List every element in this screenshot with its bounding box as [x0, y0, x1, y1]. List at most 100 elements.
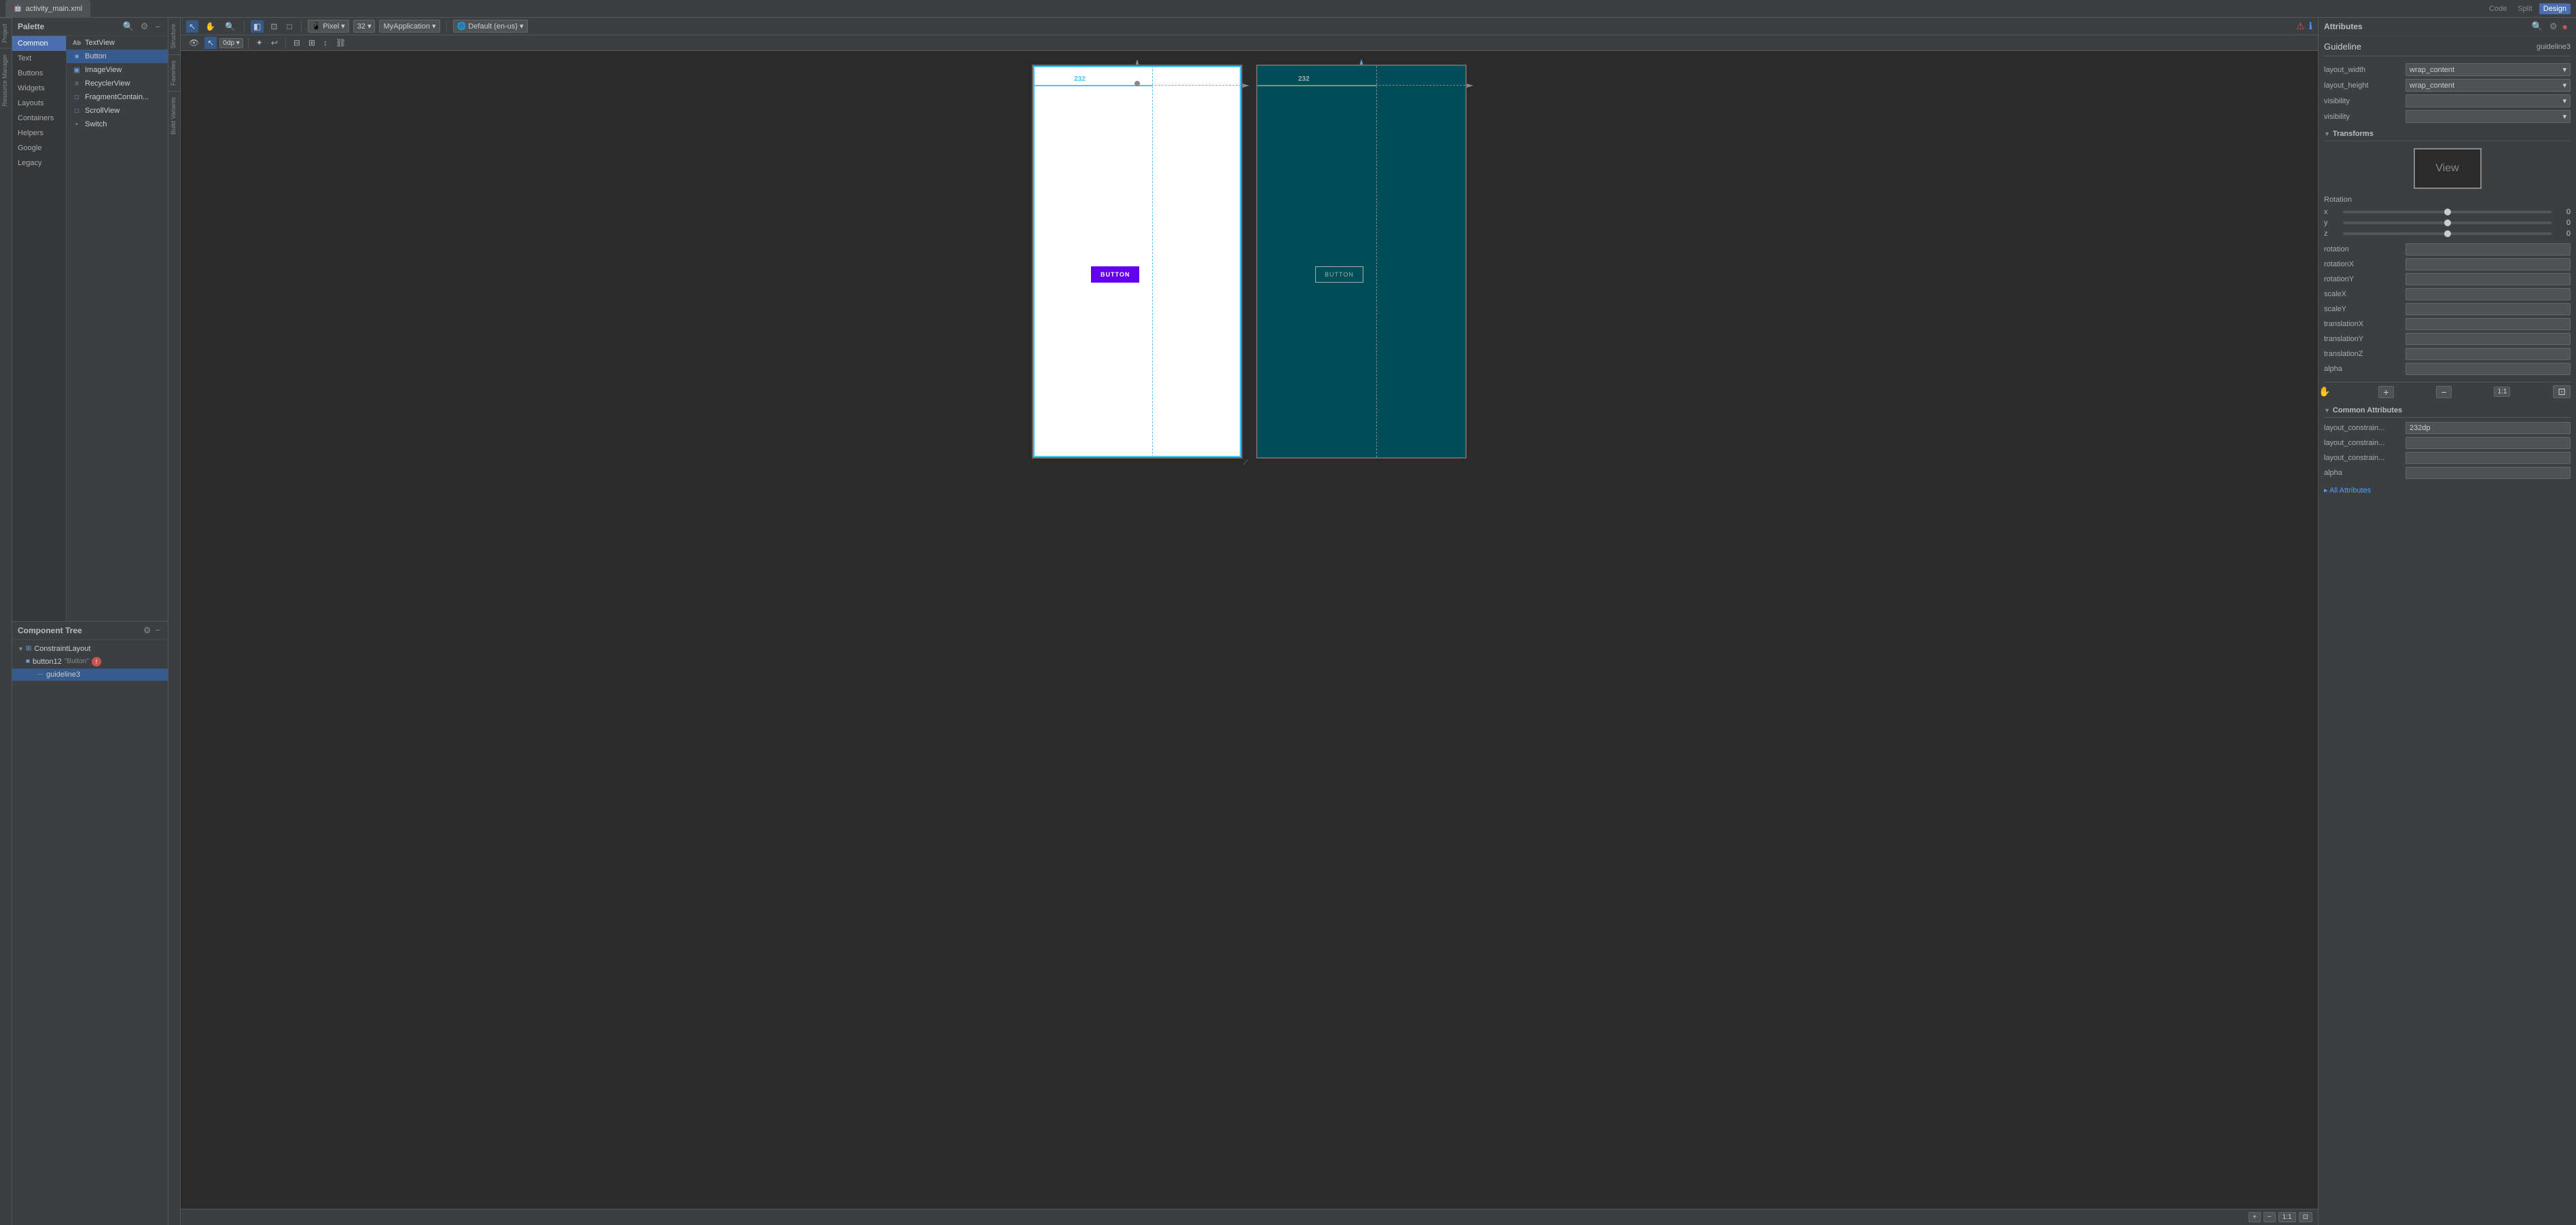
palette-cat-legacy[interactable]: Legacy [12, 156, 66, 171]
rotation-y-slider[interactable] [2343, 221, 2552, 224]
guideline-v-dark[interactable] [1376, 66, 1377, 457]
layout-width-dropdown[interactable]: wrap_content ▾ [2405, 63, 2571, 76]
zoom-in-btn[interactable]: + [2249, 1212, 2261, 1222]
attr-settings-icon[interactable]: ⚙ [2547, 20, 2560, 33]
constrain2-input[interactable] [2405, 437, 2571, 449]
blueprint-btn[interactable]: ⊡ [268, 20, 280, 33]
chain-btn[interactable]: ⛓ [333, 37, 348, 49]
ratio-btn[interactable]: 1:1 [2494, 387, 2510, 397]
button-icon: ■ [72, 53, 82, 60]
palette-item-button[interactable]: ■ Button [67, 50, 168, 63]
button-light[interactable]: BUTTON [1091, 266, 1139, 283]
add-constraint-btn[interactable]: + [2378, 386, 2393, 398]
align-v-btn[interactable]: ⊞ [306, 37, 318, 49]
side-tab-build[interactable]: Build Variants [168, 91, 180, 140]
tree-minimize-icon[interactable]: − [153, 624, 162, 636]
device-label: Pixel [323, 22, 339, 31]
split-tab-btn[interactable]: Split [2514, 3, 2536, 14]
palette-cat-buttons[interactable]: Buttons [12, 66, 66, 81]
layout-height-dropdown[interactable]: wrap_content ▾ [2405, 79, 2571, 92]
transforms-section-header[interactable]: ▼ Transforms [2324, 126, 2571, 141]
visibility-input[interactable]: ▾ [2405, 94, 2571, 107]
error-icon[interactable]: ⚠ [2296, 20, 2305, 32]
palette-search-icon[interactable]: 🔍 [121, 20, 136, 33]
zoom-dropdown-btn[interactable]: 🔍 [222, 20, 238, 33]
pan-tool[interactable]: ✋ [202, 20, 218, 33]
render-btn[interactable]: 👁 [186, 37, 202, 49]
design-btn[interactable]: □ [284, 20, 294, 33]
side-tab-favorites[interactable]: Favorites [168, 54, 180, 91]
app-dropdown[interactable]: MyApplication ▾ [379, 20, 440, 33]
side-tab-project[interactable]: Project [0, 18, 12, 48]
undo-btn[interactable]: ↩ [268, 37, 281, 49]
rotation-x-slider[interactable] [2343, 211, 2552, 213]
tree-item-constraintlayout[interactable]: ▼ ⊞ ConstraintLayout [12, 643, 168, 655]
distribute-btn[interactable]: ↕ [321, 37, 330, 49]
locale-dropdown[interactable]: 🌐 Default (en-us) ▾ [453, 20, 528, 33]
translationY-field-input[interactable] [2405, 333, 2571, 345]
alpha-field-input[interactable] [2405, 363, 2571, 375]
info-icon[interactable]: ℹ [2309, 20, 2312, 32]
palette-item-scrollview[interactable]: □ ScrollView [67, 104, 168, 118]
tree-settings-icon[interactable]: ⚙ [141, 624, 154, 637]
tree-item-button12[interactable]: ■ button12 "Button" ! [20, 655, 168, 669]
guideline-v-light[interactable] [1152, 66, 1153, 457]
scaleX-field-input[interactable] [2405, 288, 2571, 300]
hand-btn[interactable]: ✋ [2319, 386, 2330, 397]
constrain1-input[interactable] [2405, 422, 2571, 434]
palette-item-recyclerview[interactable]: ≡ RecyclerView [67, 77, 168, 90]
palette-cat-helpers[interactable]: Helpers [12, 126, 66, 141]
constraint-label: ConstraintLayout [34, 645, 90, 653]
design-surface-btn[interactable]: ◧ [251, 20, 264, 33]
palette-cat-text[interactable]: Text [12, 51, 66, 66]
common-attr-section-header[interactable]: ▼ Common Attributes [2324, 402, 2571, 418]
api-dropdown[interactable]: 32 ▾ [353, 20, 376, 33]
tree-item-guideline3[interactable]: — guideline3 [12, 669, 168, 681]
fit-btn[interactable]: ⊡ [2299, 1212, 2312, 1222]
side-tab-resource[interactable]: Resource Manager [0, 48, 12, 112]
palette-item-fragment[interactable]: □ FragmentContain... [67, 90, 168, 104]
alpha-field-label: alpha [2324, 365, 2405, 373]
device-dropdown[interactable]: 📱 Pixel ▾ [308, 20, 349, 33]
guideline-handle-top[interactable] [1134, 81, 1140, 86]
palette-minimize-icon[interactable]: − [153, 21, 162, 33]
design-tab-btn[interactable]: Design [2539, 3, 2571, 14]
file-tab[interactable]: 🤖 activity_main.xml [5, 0, 90, 17]
code-tab-btn[interactable]: Code [2485, 3, 2511, 14]
palette-cat-google[interactable]: Google [12, 141, 66, 156]
palette-item-imageview[interactable]: ▣ ImageView [67, 63, 168, 77]
zoom-out-btn[interactable]: − [2264, 1212, 2276, 1222]
rotation-field-input[interactable] [2405, 243, 2571, 255]
select-tool[interactable]: ↖ [186, 20, 198, 33]
cursor-btn[interactable]: ↖ [204, 37, 217, 49]
rotation-z-slider[interactable] [2343, 232, 2552, 235]
all-attributes-link[interactable]: ▸ All Attributes [2324, 482, 2571, 499]
button-dark[interactable]: BUTTON [1315, 266, 1363, 283]
palette-cat-widgets[interactable]: Widgets [12, 81, 66, 96]
translationX-field-input[interactable] [2405, 318, 2571, 330]
constrain3-input[interactable] [2405, 452, 2571, 464]
align-h-btn[interactable]: ⊟ [291, 37, 303, 49]
palette-item-textview[interactable]: Ab TextView [67, 36, 168, 50]
palette-settings-icon[interactable]: ⚙ [139, 20, 151, 33]
scaleY-field-input[interactable] [2405, 303, 2571, 315]
palette-cat-containers[interactable]: Containers [12, 111, 66, 126]
visibility2-chevron: ▾ [2562, 112, 2566, 121]
attr-search-icon[interactable]: 🔍 [2530, 20, 2545, 33]
common-alpha-input[interactable] [2405, 467, 2571, 479]
common-attr-title: Common Attributes [2333, 406, 2571, 414]
remove-constraint-btn[interactable]: − [2436, 386, 2451, 398]
visibility2-input[interactable]: ▾ [2405, 110, 2571, 123]
rotationX-field-input[interactable] [2405, 258, 2571, 270]
side-tab-structure[interactable]: Structure [168, 18, 180, 54]
rotationY-field-input[interactable] [2405, 273, 2571, 285]
translationZ-field-input[interactable] [2405, 348, 2571, 360]
lock-btn[interactable]: ⊡ [2553, 385, 2571, 398]
palette-cat-common[interactable]: Common [12, 36, 66, 51]
magic-btn[interactable]: ✦ [253, 37, 266, 49]
palette-item-switch[interactable]: ▪ Switch [67, 118, 168, 131]
guideline-h-dark[interactable] [1257, 85, 1465, 86]
aspect-ratio-btn[interactable]: 1:1 [2278, 1212, 2296, 1222]
palette-cat-layouts[interactable]: Layouts [12, 96, 66, 111]
dp-dropdown[interactable]: 0dp ▾ [219, 38, 243, 48]
